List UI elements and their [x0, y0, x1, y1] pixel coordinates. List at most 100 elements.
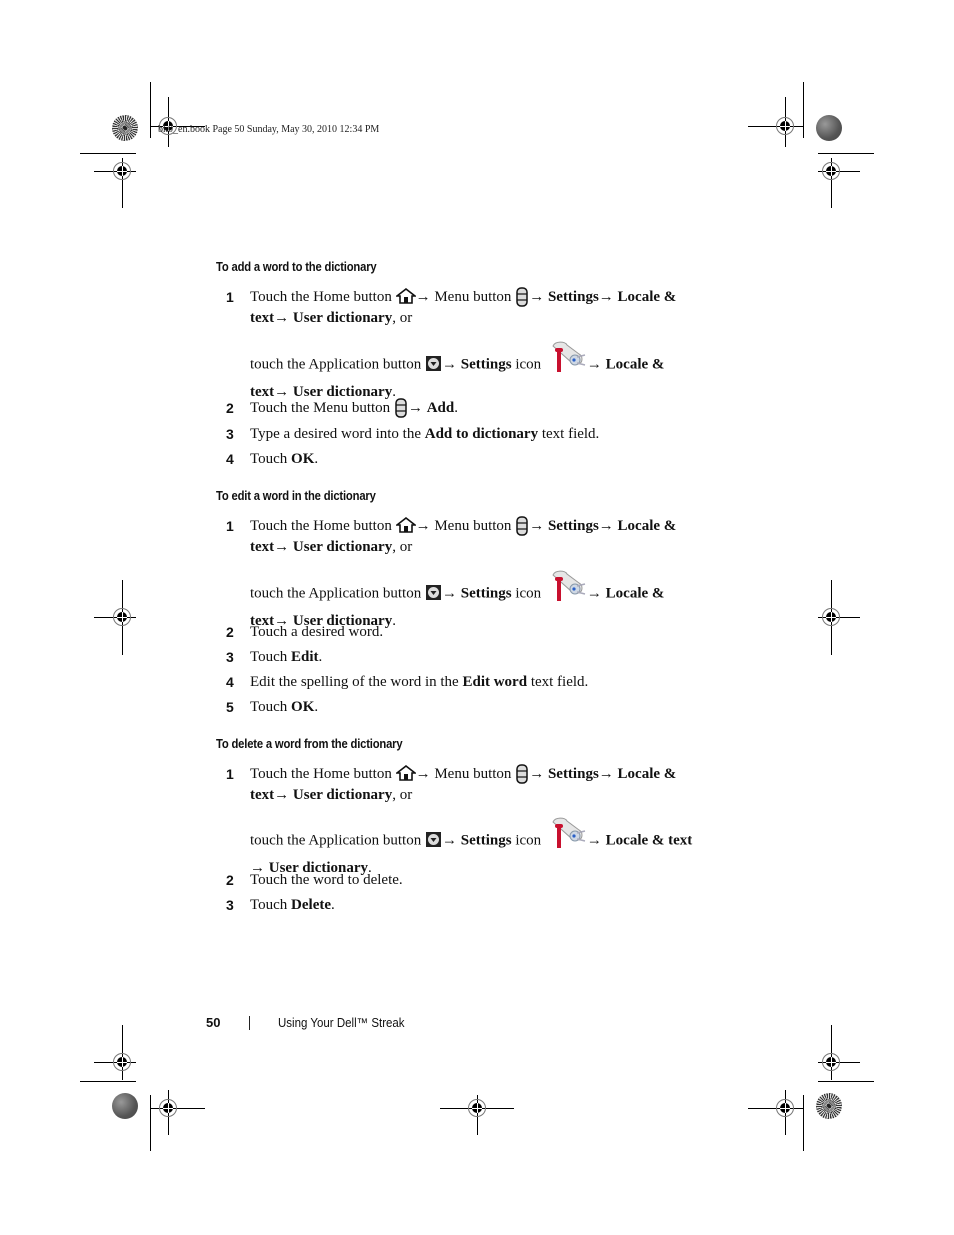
text: icon: [511, 356, 545, 373]
step-text: Type a desired word into the Add to dict…: [250, 424, 716, 445]
text: text field.: [527, 674, 589, 690]
text: Touch the Home button: [250, 766, 396, 782]
text: , or: [392, 787, 413, 803]
text: → Menu button: [415, 766, 516, 782]
application-icon: [425, 831, 441, 847]
user-dictionary-label: User dictionary: [292, 539, 393, 555]
step: 2 Touch the word to delete.: [226, 870, 716, 891]
print-header: bk0_en.book Page 50 Sunday, May 30, 2010…: [158, 124, 380, 135]
text: →: [586, 585, 606, 602]
step-text: Touch Edit.: [250, 647, 716, 668]
crop-line: [80, 153, 136, 154]
edit-label: Edit: [291, 649, 319, 665]
registration-mark-icon: [468, 1099, 486, 1117]
text: , or: [392, 310, 413, 326]
section-title-add-word: To add a word to the dictionary: [216, 260, 377, 274]
settings-icon: [552, 817, 586, 848]
footer-chapter-title: Using Your Dell™ Streak: [278, 1016, 405, 1030]
step: 3 Type a desired word into the Add to di…: [226, 424, 716, 445]
text: →: [529, 518, 548, 534]
section-title-delete-word: To delete a word from the dictionary: [216, 737, 403, 751]
text: →: [274, 787, 293, 803]
registration-star-icon: [112, 115, 138, 141]
text: →: [586, 832, 606, 849]
registration-mark-icon: [822, 608, 840, 626]
menu-icon: [516, 515, 528, 536]
settings-label: Settings: [460, 832, 512, 849]
step-number: 3: [226, 426, 234, 442]
step-text: Touch the Home button → Menu button → Se…: [250, 286, 716, 329]
text: Touch the Home button: [250, 289, 396, 305]
user-dictionary-label: User dictionary: [292, 310, 393, 326]
step-text: Touch the Menu button → Add.: [250, 397, 716, 419]
text: Touch the Home button: [250, 518, 396, 534]
registration-disc-icon: [112, 1093, 138, 1119]
text: Edit the spelling of the word in the: [250, 674, 463, 690]
registration-mark-icon: [113, 162, 131, 180]
step-alt: touch the Application button → Settings …: [226, 341, 716, 403]
ok-label: OK: [291, 699, 315, 715]
text: →: [407, 400, 427, 416]
text: touch the Application button: [250, 585, 425, 602]
menu-icon: [516, 763, 528, 784]
add-label: Add: [426, 400, 455, 416]
registration-star-icon: [816, 1093, 842, 1119]
text: →: [441, 832, 461, 849]
footer-separator: [249, 1016, 250, 1030]
text: →: [274, 539, 293, 555]
step-number: 1: [226, 766, 234, 782]
text: →: [441, 356, 461, 373]
step-text: Touch a desired word.: [250, 622, 716, 643]
text: .: [331, 897, 335, 913]
text: , or: [392, 539, 413, 555]
menu-icon: [395, 397, 407, 418]
home-icon: [395, 516, 416, 533]
application-icon: [425, 355, 441, 371]
step-number: 1: [226, 289, 234, 305]
crop-line: [818, 153, 874, 154]
step-number: 2: [226, 872, 234, 888]
text: →: [598, 289, 618, 305]
text: Touch: [250, 897, 292, 913]
step-text: Touch OK.: [250, 449, 716, 470]
step: 4 Touch OK.: [226, 449, 716, 470]
text: touch the Application button: [250, 832, 425, 849]
locale-label: Locale & text: [605, 832, 693, 849]
step-number: 2: [226, 400, 234, 416]
text: text field.: [538, 426, 600, 442]
step-text: touch the Application button → Settings …: [250, 341, 716, 403]
text: Touch the Menu button: [250, 400, 394, 416]
settings-label: Settings: [547, 289, 599, 305]
registration-mark-icon: [822, 1053, 840, 1071]
crop-line: [150, 1095, 151, 1151]
text: touch the Application button: [250, 356, 425, 373]
step-number: 4: [226, 451, 234, 467]
home-icon: [395, 764, 416, 781]
step-number: 2: [226, 624, 234, 640]
text: .: [314, 699, 319, 715]
registration-mark-icon: [776, 1099, 794, 1117]
delete-label: Delete: [291, 897, 331, 913]
crop-line: [818, 1081, 874, 1082]
menu-icon: [516, 286, 528, 307]
settings-label: Settings: [547, 518, 599, 534]
step: 3 Touch Delete.: [226, 895, 716, 916]
edit-word-label: Edit word: [462, 674, 528, 690]
section-title-edit-word: To edit a word in the dictionary: [216, 489, 376, 503]
step-text: Touch the Home button → Menu button → Se…: [250, 515, 716, 558]
registration-mark-icon: [159, 1099, 177, 1117]
step-text: Touch OK.: [250, 697, 716, 718]
locale-label: Locale &: [605, 356, 665, 373]
text: Touch a desired word.: [250, 624, 384, 640]
step-number: 1: [226, 518, 234, 534]
text: →: [586, 356, 606, 373]
locale-label: Locale &: [617, 518, 677, 534]
crop-line: [80, 1081, 136, 1082]
text: → Menu button: [415, 289, 516, 305]
locale-label: Locale &: [617, 289, 677, 305]
step-number: 5: [226, 699, 234, 715]
add-to-dictionary-label: Add to dictionary: [424, 426, 539, 442]
text: .: [454, 400, 458, 416]
text: → Menu button: [415, 518, 516, 534]
text: icon: [511, 832, 545, 849]
